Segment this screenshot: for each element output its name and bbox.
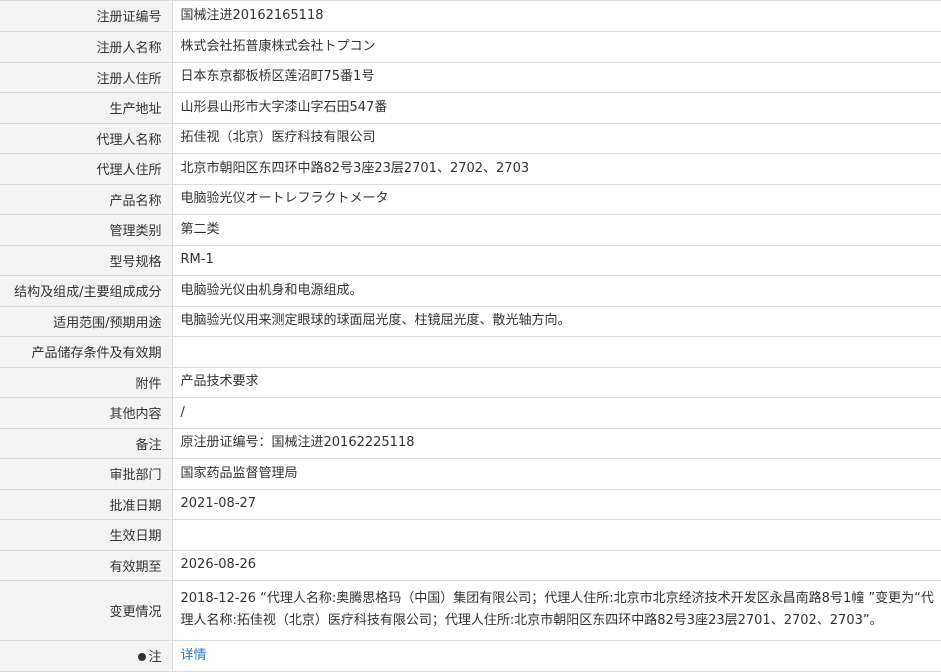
row-label: 备注 (0, 428, 173, 459)
row-value: 株式会社拓普康株式会社トプコン (172, 31, 941, 63)
row-value: 日本东京都板桥区莲沼町75番1号 (172, 62, 941, 93)
table-row: 注册人名称 株式会社拓普康株式会社トプコン (0, 31, 941, 63)
row-value: 第二类 (172, 214, 941, 246)
table-row: 生产地址 山形县山形市大字漆山字石田547番 (0, 92, 941, 124)
row-value: RM-1 (172, 245, 941, 276)
row-value: 国械注进20162165118 (172, 1, 941, 32)
note-label: 注 (148, 650, 162, 665)
table-row: 适用范围/预期用途 电脑验光仪用来测定眼球的球面屈光度、柱镜屈光度、散光轴方向。 (0, 306, 941, 337)
table-row: 管理类别 第二类 (0, 214, 941, 246)
row-value (172, 519, 941, 551)
row-label: 代理人名称 (0, 123, 173, 154)
table-row: 其他内容 / (0, 397, 941, 429)
row-label: 批准日期 (0, 489, 173, 520)
row-label: 产品名称 (0, 184, 173, 215)
note-value-cell: 详情 (172, 640, 941, 672)
table-row: 产品名称 电脑验光仪オートレフラクトメータ (0, 184, 941, 215)
row-value: 电脑验光仪用来测定眼球的球面屈光度、柱镜屈光度、散光轴方向。 (172, 306, 941, 337)
row-label: 产品储存条件及有效期 (0, 336, 173, 368)
registration-detail-panel: 注册证编号 国械注进20162165118 注册人名称 株式会社拓普康株式会社ト… (0, 0, 941, 672)
table-row: 审批部门 国家药品监督管理局 (0, 458, 941, 490)
row-label: 注册证编号 (0, 1, 173, 32)
row-label: 附件 (0, 367, 173, 398)
row-value: 北京市朝阳区东四环中路82号3座23层2701、2702、2703 (172, 153, 941, 185)
row-value: 拓佳视（北京）医疗科技有限公司 (172, 123, 941, 154)
row-value: 原注册证编号：国械注进20162225118 (172, 428, 941, 459)
table-row: 生效日期 (0, 519, 941, 551)
row-label: 审批部门 (0, 458, 173, 490)
row-label: 其他内容 (0, 397, 173, 429)
row-value: 2018-12-26 “代理人名称:奥腾思格玛（中国）集团有限公司；代理人住所:… (172, 580, 941, 641)
row-label: 管理类别 (0, 214, 173, 246)
row-value: / (172, 397, 941, 429)
row-label: 注册人名称 (0, 31, 173, 63)
table-row: 型号规格 RM-1 (0, 245, 941, 276)
row-label: 适用范围/预期用途 (0, 306, 173, 337)
table-row: 批准日期 2021-08-27 (0, 489, 941, 520)
table-row: 代理人名称 拓佳视（北京）医疗科技有限公司 (0, 123, 941, 154)
row-label: 结构及组成/主要组成成分 (0, 275, 173, 307)
table-row: 注册人住所 日本东京都板桥区莲沼町75番1号 (0, 62, 941, 93)
table-row: 产品储存条件及有效期 (0, 336, 941, 368)
row-label: 注册人住所 (0, 62, 173, 93)
row-value: 国家药品监督管理局 (172, 458, 941, 490)
row-value (172, 336, 941, 368)
row-label: 型号规格 (0, 245, 173, 276)
table-row: 附件 产品技术要求 (0, 367, 941, 398)
row-label: 生产地址 (0, 92, 173, 124)
registration-detail-table: 注册证编号 国械注进20162165118 注册人名称 株式会社拓普康株式会社ト… (0, 1, 941, 672)
row-label: 变更情况 (0, 580, 173, 641)
table-row: 结构及组成/主要组成成分 电脑验光仪由机身和电源组成。 (0, 275, 941, 307)
row-value: 产品技术要求 (172, 367, 941, 398)
note-label-cell: 注 (0, 640, 173, 672)
row-label: 有效期至 (0, 550, 173, 581)
row-value: 2021-08-27 (172, 489, 941, 520)
table-row: 备注 原注册证编号：国械注进20162225118 (0, 428, 941, 459)
row-label: 生效日期 (0, 519, 173, 551)
table-row: 注册证编号 国械注进20162165118 (0, 1, 941, 32)
table-row: 变更情况 2018-12-26 “代理人名称:奥腾思格玛（中国）集团有限公司；代… (0, 580, 941, 641)
row-value: 电脑验光仪オートレフラクトメータ (172, 184, 941, 215)
details-link[interactable]: 详情 (181, 648, 207, 663)
table-row: 代理人住所 北京市朝阳区东四环中路82号3座23层2701、2702、2703 (0, 153, 941, 185)
row-value: 山形县山形市大字漆山字石田547番 (172, 92, 941, 124)
table-row: 有效期至 2026-08-26 (0, 550, 941, 581)
note-row: 注 详情 (0, 640, 941, 672)
row-value: 电脑验光仪由机身和电源组成。 (172, 275, 941, 307)
bulb-icon (138, 653, 147, 661)
row-label: 代理人住所 (0, 153, 173, 185)
row-value: 2026-08-26 (172, 550, 941, 581)
